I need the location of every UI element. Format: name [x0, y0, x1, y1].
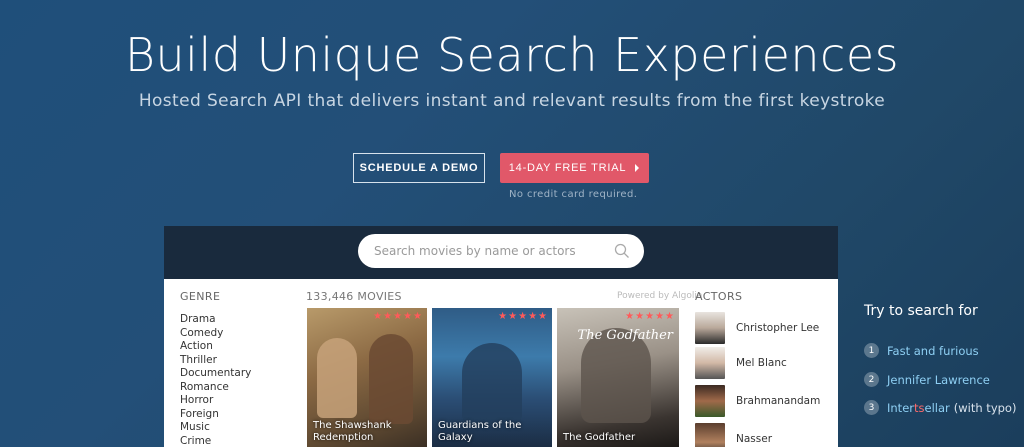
try-item-3[interactable]: 3 Intertsellar (with typo) — [864, 400, 1016, 415]
typo-note: (with typo) — [953, 400, 1017, 415]
genre-item-foreign[interactable]: Foreign — [180, 408, 251, 422]
schedule-demo-button[interactable]: SCHEDULE A DEMO — [353, 153, 485, 183]
free-trial-button[interactable]: 14-DAY FREE TRIAL — [500, 153, 649, 183]
step-number: 2 — [864, 372, 879, 387]
genre-item-documentary[interactable]: Documentary — [180, 367, 251, 381]
step-number: 3 — [864, 400, 879, 415]
poster-figure — [462, 343, 522, 423]
genre-item-thriller[interactable]: Thriller — [180, 354, 251, 368]
demo-panel: GENRE Drama Comedy Action Thriller Docum… — [164, 226, 838, 447]
genre-title: GENRE — [180, 290, 221, 303]
rating-stars: ★★★★★ — [625, 311, 675, 322]
step-number: 1 — [864, 343, 879, 358]
try-link[interactable]: Jennifer Lawrence — [887, 373, 990, 387]
movie-title: The Shawshank Redemption — [313, 420, 392, 443]
try-item-2[interactable]: 2 Jennifer Lawrence — [864, 372, 990, 387]
try-link[interactable]: Fast and furious — [887, 344, 979, 358]
genre-item-music[interactable]: Music — [180, 421, 251, 435]
poster-figure — [369, 334, 413, 424]
actor-row[interactable]: Christopher Lee — [695, 312, 819, 344]
rating-stars: ★★★★★ — [373, 311, 423, 322]
genre-item-drama[interactable]: Drama — [180, 313, 251, 327]
godfather-logo: The Godfather — [577, 328, 673, 343]
genre-item-crime[interactable]: Crime — [180, 435, 251, 447]
search-icon[interactable] — [614, 243, 630, 259]
poster-figure — [317, 338, 357, 418]
try-title: Try to search for — [864, 303, 978, 319]
hero-subtitle: Hosted Search API that delivers instant … — [138, 91, 886, 111]
try-link[interactable]: Intertsellar — [887, 401, 950, 415]
actor-name: Mel Blanc — [736, 357, 787, 369]
free-trial-label: 14-DAY FREE TRIAL — [508, 162, 627, 174]
genre-item-romance[interactable]: Romance — [180, 381, 251, 395]
actor-photo — [695, 312, 725, 344]
search-input[interactable] — [374, 244, 614, 258]
movie-title: Guardians of the Galaxy — [438, 420, 522, 443]
actor-photo — [695, 347, 725, 379]
rating-stars: ★★★★★ — [498, 311, 548, 322]
hero-title: Build Unique Search Experiences — [124, 28, 900, 82]
actor-photo — [695, 423, 725, 447]
chevron-right-icon — [635, 164, 640, 172]
search-box[interactable] — [358, 234, 644, 268]
demo-header — [164, 226, 838, 279]
actor-row[interactable]: Mel Blanc — [695, 347, 787, 379]
powered-by[interactable]: Powered by Algolia — [617, 291, 702, 301]
actor-row[interactable]: Brahmanandam — [695, 385, 820, 417]
actors-title: ACTORS — [695, 290, 743, 303]
actor-row[interactable]: Nasser — [695, 423, 772, 447]
movie-title: The Godfather — [563, 432, 636, 443]
actor-name: Brahmanandam — [736, 395, 821, 407]
actor-photo — [695, 385, 725, 417]
try-item-1[interactable]: 1 Fast and furious — [864, 343, 979, 358]
movie-poster-guardians[interactable]: ★★★★★ Guardians of the Galaxy — [432, 308, 552, 447]
movies-count: 133,446 MOVIES — [306, 290, 402, 303]
genre-item-comedy[interactable]: Comedy — [180, 327, 251, 341]
genre-list: Drama Comedy Action Thriller Documentary… — [180, 313, 251, 447]
movie-poster-godfather[interactable]: The Godfather ★★★★★ The Godfather — [557, 308, 679, 447]
genre-item-action[interactable]: Action — [180, 340, 251, 354]
genre-item-horror[interactable]: Horror — [180, 394, 251, 408]
trial-note: No credit card required. — [509, 189, 638, 200]
actor-name: Christopher Lee — [736, 322, 820, 334]
movie-poster-shawshank[interactable]: ★★★★★ The Shawshank Redemption — [307, 308, 427, 447]
actor-name: Nasser — [736, 433, 773, 445]
